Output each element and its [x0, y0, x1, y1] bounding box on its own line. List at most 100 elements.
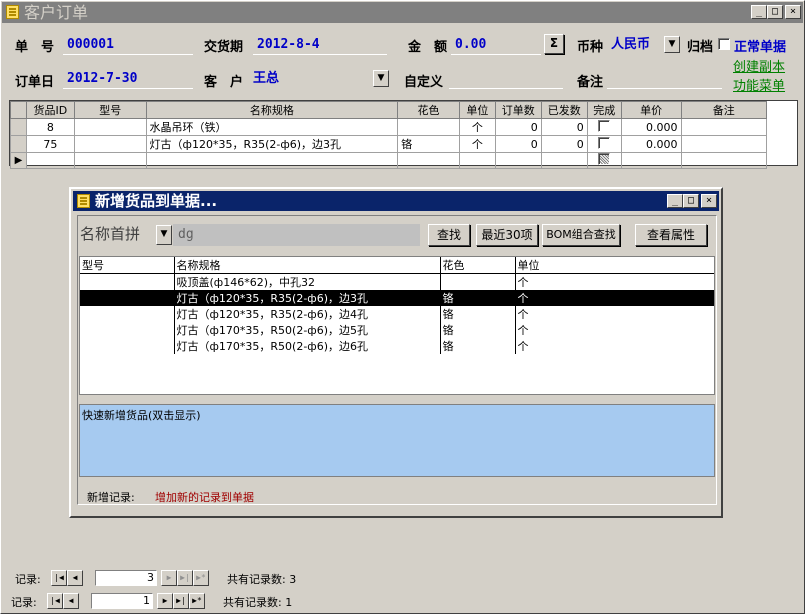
cell-note[interactable]	[680, 118, 768, 136]
custom-field[interactable]	[449, 69, 563, 89]
list-item[interactable]: 灯古（ф170*35，R50(2-ф6)，边6孔 铬 个	[80, 338, 714, 354]
order-date-field[interactable]: 2012-7-30	[63, 69, 193, 89]
item-name[interactable]: 吸顶盖(ф146*62)，中孔32	[174, 273, 441, 290]
cell-done[interactable]	[586, 135, 622, 153]
item-model[interactable]	[80, 273, 175, 290]
maximize-button[interactable]: □	[683, 194, 699, 208]
column-header[interactable]: 型号	[73, 101, 147, 119]
list-item[interactable]: 吸顶盖(ф146*62)，中孔32 个	[80, 273, 714, 291]
first-record-button[interactable]: |◀	[51, 570, 67, 586]
column-header[interactable]: 备注	[680, 101, 768, 119]
result-list[interactable]: 型号 名称规格 花色 单位 吸顶盖(ф146*62)，中孔32 个 灯古（ф12…	[79, 256, 715, 395]
item-color[interactable]	[440, 273, 516, 290]
new-row[interactable]: ▶	[10, 152, 797, 169]
cell-unit[interactable]: 个	[458, 135, 496, 153]
item-unit[interactable]: 个	[515, 290, 714, 306]
item-unit[interactable]: 个	[515, 322, 714, 338]
column-header[interactable]: 名称规格	[145, 101, 399, 119]
currency-dropdown-icon[interactable]: ▼	[664, 36, 680, 53]
cell-shipped[interactable]: 0	[540, 118, 588, 136]
new-record-button[interactable]: ▶*	[189, 593, 205, 609]
table-row[interactable]: 8 水晶吊环（铁） 个 0 0 0.000	[10, 118, 797, 136]
item-model[interactable]	[80, 306, 175, 322]
minimize-button[interactable]: _	[751, 5, 767, 19]
item-name[interactable]: 灯古（ф120*35，R35(2-ф6)，边4孔	[174, 306, 441, 322]
remark-field[interactable]	[607, 69, 722, 89]
item-color[interactable]: 铬	[440, 306, 516, 322]
dialog-titlebar[interactable]: 新增货品到单据...	[73, 191, 719, 211]
maximize-button[interactable]: □	[767, 5, 783, 19]
function-menu-link[interactable]: 功能菜单	[733, 75, 785, 94]
cell-done[interactable]	[586, 118, 622, 136]
item-color[interactable]: 铬	[440, 338, 516, 354]
first-record-button[interactable]: |◀	[47, 593, 63, 609]
item-unit[interactable]: 个	[515, 338, 714, 354]
column-header[interactable]: 完成	[586, 101, 622, 119]
item-name[interactable]: 灯古（ф120*35，R35(2-ф6)，边3孔	[174, 290, 441, 306]
cell-shipped[interactable]: 0	[540, 135, 588, 153]
column-header[interactable]: 型号	[80, 257, 175, 274]
cell-qty[interactable]: 0	[494, 118, 542, 136]
cell-model[interactable]	[73, 118, 147, 136]
row-selector[interactable]	[10, 118, 27, 136]
window-titlebar[interactable]: 客户订单	[2, 2, 803, 23]
bom-search-button[interactable]: BOM组合查找	[542, 224, 620, 246]
search-mode-dropdown-icon[interactable]: ▼	[156, 225, 172, 245]
list-item[interactable]: 灯古（ф170*35，R50(2-ф6)，边5孔 铬 个	[80, 322, 714, 338]
last-record-button[interactable]: ▶|	[177, 570, 193, 586]
item-unit[interactable]: 个	[515, 274, 714, 291]
customer-combo[interactable]: 王总	[249, 69, 389, 89]
cell-color[interactable]: 铬	[397, 135, 460, 153]
column-header[interactable]: 货品ID	[25, 101, 75, 119]
find-button[interactable]: 查找	[428, 224, 470, 246]
item-unit[interactable]: 个	[515, 306, 714, 322]
cell-name[interactable]: 水晶吊环（铁）	[145, 118, 399, 136]
done-checkbox[interactable]	[598, 136, 611, 149]
item-model[interactable]	[80, 290, 175, 306]
cell-color[interactable]	[397, 118, 460, 136]
cell-price[interactable]: 0.000	[620, 135, 682, 153]
next-record-button[interactable]: ▶	[157, 593, 173, 609]
done-checkbox[interactable]	[598, 119, 611, 132]
list-item[interactable]: 灯古（ф120*35，R35(2-ф6)，边4孔 铬 个	[80, 306, 714, 322]
order-no-field[interactable]: 000001	[63, 35, 193, 55]
cell-id[interactable]: 8	[25, 118, 75, 136]
cell-id[interactable]: 75	[25, 135, 75, 153]
new-record-button[interactable]: ▶*	[193, 570, 209, 586]
column-header[interactable]: 订单数	[494, 101, 542, 119]
minimize-button[interactable]: _	[667, 194, 683, 208]
close-button[interactable]: ×	[701, 194, 717, 208]
column-header[interactable]: 单位	[515, 257, 714, 274]
record-number-input[interactable]: 3	[95, 570, 157, 586]
order-lines-grid[interactable]: 货品ID 型号 名称规格 花色 单位 订单数 已发数 完成 单价 备注 8 水晶…	[9, 100, 798, 169]
prev-record-button[interactable]: ◀	[63, 593, 79, 609]
new-row-marker[interactable]: ▶	[10, 152, 27, 169]
quick-add-panel[interactable]: 快速新增货品(双击显示)	[79, 404, 715, 477]
column-header[interactable]: 单价	[620, 101, 682, 119]
last-record-button[interactable]: ▶|	[173, 593, 189, 609]
create-copy-link[interactable]: 创建副本	[733, 56, 785, 75]
item-color[interactable]: 铬	[440, 290, 516, 306]
next-record-button[interactable]: ▶	[161, 570, 177, 586]
item-name[interactable]: 灯古（ф170*35，R50(2-ф6)，边5孔	[174, 322, 441, 338]
column-header[interactable]: 花色	[440, 257, 516, 274]
delivery-field[interactable]: 2012-8-4	[253, 35, 387, 55]
cell-unit[interactable]: 个	[458, 118, 496, 136]
cell-name[interactable]: 灯古（ф120*35，R35(2-ф6)，边3孔	[145, 135, 399, 153]
cell-note[interactable]	[680, 135, 768, 153]
column-header[interactable]: 花色	[397, 101, 460, 119]
prev-record-button[interactable]: ◀	[67, 570, 83, 586]
amount-field[interactable]: 0.00	[451, 35, 541, 55]
customer-dropdown-icon[interactable]: ▼	[373, 70, 389, 87]
item-model[interactable]	[80, 322, 175, 338]
item-model[interactable]	[80, 338, 175, 354]
search-input[interactable]: dg	[173, 224, 420, 246]
list-item-selected[interactable]: 灯古（ф120*35，R35(2-ф6)，边3孔 铬 个	[80, 290, 714, 306]
column-header[interactable]: 单位	[458, 101, 496, 119]
table-row[interactable]: 75 灯古（ф120*35，R35(2-ф6)，边3孔 铬 个 0 0 0.00…	[10, 135, 797, 153]
add-record-link[interactable]: 增加新的记录到单据	[155, 489, 254, 505]
cell-model[interactable]	[73, 135, 147, 153]
close-button[interactable]: ×	[785, 5, 801, 19]
row-selector[interactable]	[10, 135, 27, 153]
view-properties-button[interactable]: 查看属性	[635, 224, 707, 246]
